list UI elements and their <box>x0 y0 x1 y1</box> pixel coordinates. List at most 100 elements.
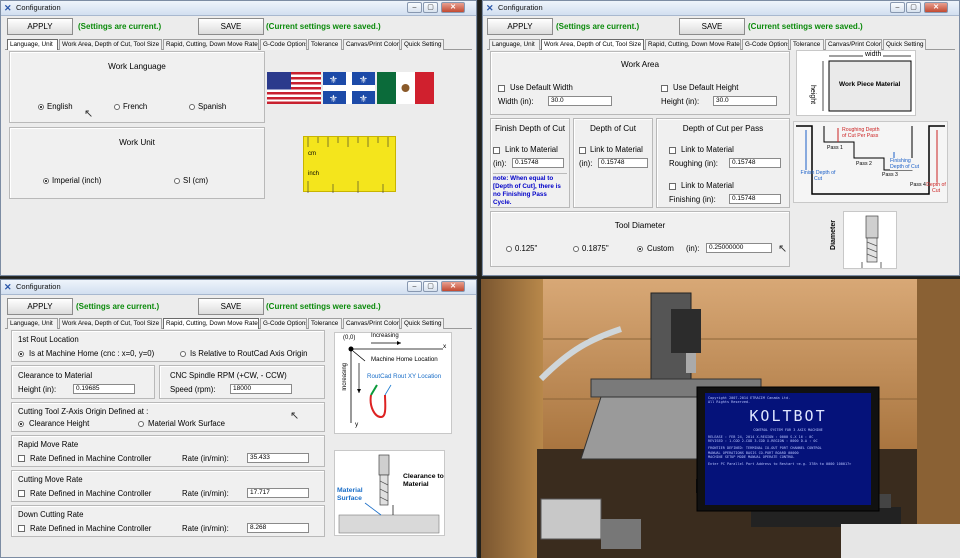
depth-in-label: (in): <box>579 159 593 168</box>
material-surface-label: Material Surface <box>337 487 363 502</box>
apply-button[interactable]: APPLY <box>7 298 73 315</box>
title-bar[interactable]: ✕ Configuration – ▢ ✕ <box>1 1 476 16</box>
title-bar[interactable]: ✕ Configuration – ▢ ✕ <box>1 280 476 295</box>
mouse-cursor-icon: ↖ <box>84 108 94 120</box>
tab-tolerance[interactable]: Tolerance <box>308 318 342 329</box>
work-piece-diagram: width height Work Piece Material <box>796 50 916 116</box>
finishing-input[interactable]: 0.15748 <box>729 194 781 204</box>
tab-rapid[interactable]: Rapid, Cutting, Down Move Rate <box>163 318 259 329</box>
tab-canvas-color[interactable]: Canvas/Print Color <box>825 39 882 50</box>
tab-canvas-color[interactable]: Canvas/Print Color <box>343 39 400 50</box>
down-title: Down Cutting Rate <box>18 510 84 519</box>
x-axis-label: x <box>443 343 447 350</box>
rapid-rate-input[interactable]: 35.433 <box>247 453 309 463</box>
use-default-width-checkbox[interactable] <box>498 85 505 92</box>
tool-diameter-panel: Tool Diameter 0.125" 0.1875" Custom (in)… <box>490 211 790 267</box>
french-label: French <box>123 102 148 111</box>
width-input[interactable]: 30.0 <box>548 96 612 106</box>
cutting-rate-label: Rate (in/min): <box>182 489 229 498</box>
use-default-height-checkbox[interactable] <box>661 85 668 92</box>
radio-si[interactable] <box>174 178 180 184</box>
cutting-controller-checkbox[interactable] <box>18 490 25 497</box>
radio-machine-home[interactable] <box>18 351 24 357</box>
height-input[interactable]: 30.0 <box>713 96 777 106</box>
tab-language-unit[interactable]: Language, Unit <box>489 39 540 50</box>
tab-rapid[interactable]: Rapid, Cutting, Down Move Rate <box>163 39 259 50</box>
tab-language-unit[interactable]: Language, Unit <box>7 39 58 50</box>
tab-rapid[interactable]: Rapid, Cutting, Down Move Rate <box>645 39 741 50</box>
english-label: English <box>47 102 73 111</box>
rapid-controller-checkbox[interactable] <box>18 455 25 462</box>
status-saved: (Current settings were saved.) <box>748 22 863 31</box>
tab-gcode[interactable]: G-Code Options <box>260 39 307 50</box>
finish-depth-input[interactable]: 0.15748 <box>512 158 564 168</box>
title-bar[interactable]: ✕ Configuration – ▢ ✕ <box>483 1 959 16</box>
depth-link-checkbox[interactable] <box>579 147 586 154</box>
cutting-rate-input[interactable]: 17.717 <box>247 488 309 498</box>
tab-work-area[interactable]: Work Area, Depth of Cut, Tool Size <box>541 39 644 50</box>
mouse-cursor-icon: ↖ <box>290 410 300 422</box>
maximize-button[interactable]: ▢ <box>906 2 921 13</box>
screen-title: KOLTBOT <box>749 406 827 425</box>
crt-screen: Copyright 2007-2014 ETRACIM Canada Ltd. … <box>705 393 871 505</box>
cutting-rate-panel: Cutting Move Rate Rate Defined in Machin… <box>11 470 325 502</box>
finish-link-checkbox[interactable] <box>493 147 500 154</box>
roughing-input[interactable]: 0.15748 <box>729 158 781 168</box>
config-window-language: ✕ Configuration – ▢ ✕ APPLY (Settings ar… <box>0 0 477 276</box>
clearance-height-input[interactable]: 0.19685 <box>73 384 135 394</box>
work-unit-title: Work Unit <box>119 138 155 147</box>
radio-french[interactable] <box>114 104 120 110</box>
minimize-button[interactable]: – <box>890 2 905 13</box>
save-button[interactable]: SAVE <box>679 18 745 35</box>
tab-tolerance[interactable]: Tolerance <box>308 39 342 50</box>
roughing-label: Roughing (in): <box>669 159 718 168</box>
save-button[interactable]: SAVE <box>198 18 264 35</box>
down-controller-checkbox[interactable] <box>18 525 25 532</box>
radio-spanish[interactable] <box>189 104 195 110</box>
radio-0125[interactable] <box>506 246 512 252</box>
tab-language-unit[interactable]: Language, Unit <box>7 318 58 329</box>
radio-imperial[interactable] <box>43 178 49 184</box>
z-origin-title: Cutting Tool Z-Axis Origin Defined at : <box>18 407 149 416</box>
minimize-button[interactable]: – <box>407 2 422 13</box>
maximize-button[interactable]: ▢ <box>423 281 438 292</box>
radio-01875[interactable] <box>573 246 579 252</box>
screen-line: CONTROL SYSTEM FOR 3 AXIS MACHINE <box>753 427 823 432</box>
down-rate-input[interactable]: 8.268 <box>247 523 309 533</box>
minimize-button[interactable]: – <box>407 281 422 292</box>
tab-quick-setting[interactable]: Quick Setting <box>401 318 444 329</box>
depth-of-cut-input[interactable]: 0.15748 <box>598 158 648 168</box>
close-button[interactable]: ✕ <box>924 2 948 13</box>
screen-line: MACHINE SETUP MODE MANUAL OPERATE CONTRO… <box>708 455 795 460</box>
save-button[interactable]: SAVE <box>198 298 264 315</box>
apply-button[interactable]: APPLY <box>7 18 73 35</box>
radio-english[interactable] <box>38 104 44 110</box>
close-button[interactable]: ✕ <box>441 2 465 13</box>
radio-custom[interactable] <box>637 246 643 252</box>
finish-link-label: Link to Material <box>505 145 558 154</box>
maximize-button[interactable]: ▢ <box>423 2 438 13</box>
tab-quick-setting[interactable]: Quick Setting <box>883 39 926 50</box>
tab-gcode[interactable]: G-Code Options <box>742 39 789 50</box>
tab-work-area[interactable]: Work Area, Depth of Cut, Tool Size <box>59 39 162 50</box>
tool-diameter-input[interactable]: 0.25000000 <box>706 243 772 253</box>
tab-work-area[interactable]: Work Area, Depth of Cut, Tool Size <box>59 318 162 329</box>
radio-clearance-height[interactable] <box>18 421 24 427</box>
close-button[interactable]: ✕ <box>441 281 465 292</box>
tab-quick-setting[interactable]: Quick Setting <box>401 39 444 50</box>
pass-link1-checkbox[interactable] <box>669 147 676 154</box>
radio-material-surface[interactable] <box>138 421 144 427</box>
spindle-speed-input[interactable]: 18000 <box>230 384 292 394</box>
material-surface-option-label: Material Work Surface <box>148 419 225 428</box>
screen-line: Enter PC Parallel Port Address to Restar… <box>708 462 852 467</box>
finish-depth-panel: Finish Depth of Cut Link to Material (in… <box>490 118 570 208</box>
tab-gcode[interactable]: G-Code Options <box>260 318 307 329</box>
tab-tolerance[interactable]: Tolerance <box>790 39 824 50</box>
pass-link2-checkbox[interactable] <box>669 183 676 190</box>
tab-canvas-color[interactable]: Canvas/Print Color <box>343 318 400 329</box>
apply-button[interactable]: APPLY <box>487 18 553 35</box>
clearance-height-option-label: Clearance Height <box>29 419 90 428</box>
config-window-rapid: ✕ Configuration – ▢ ✕ APPLY (Settings ar… <box>0 279 477 558</box>
radio-relative-origin[interactable] <box>180 351 186 357</box>
work-language-title: Work Language <box>108 62 166 71</box>
